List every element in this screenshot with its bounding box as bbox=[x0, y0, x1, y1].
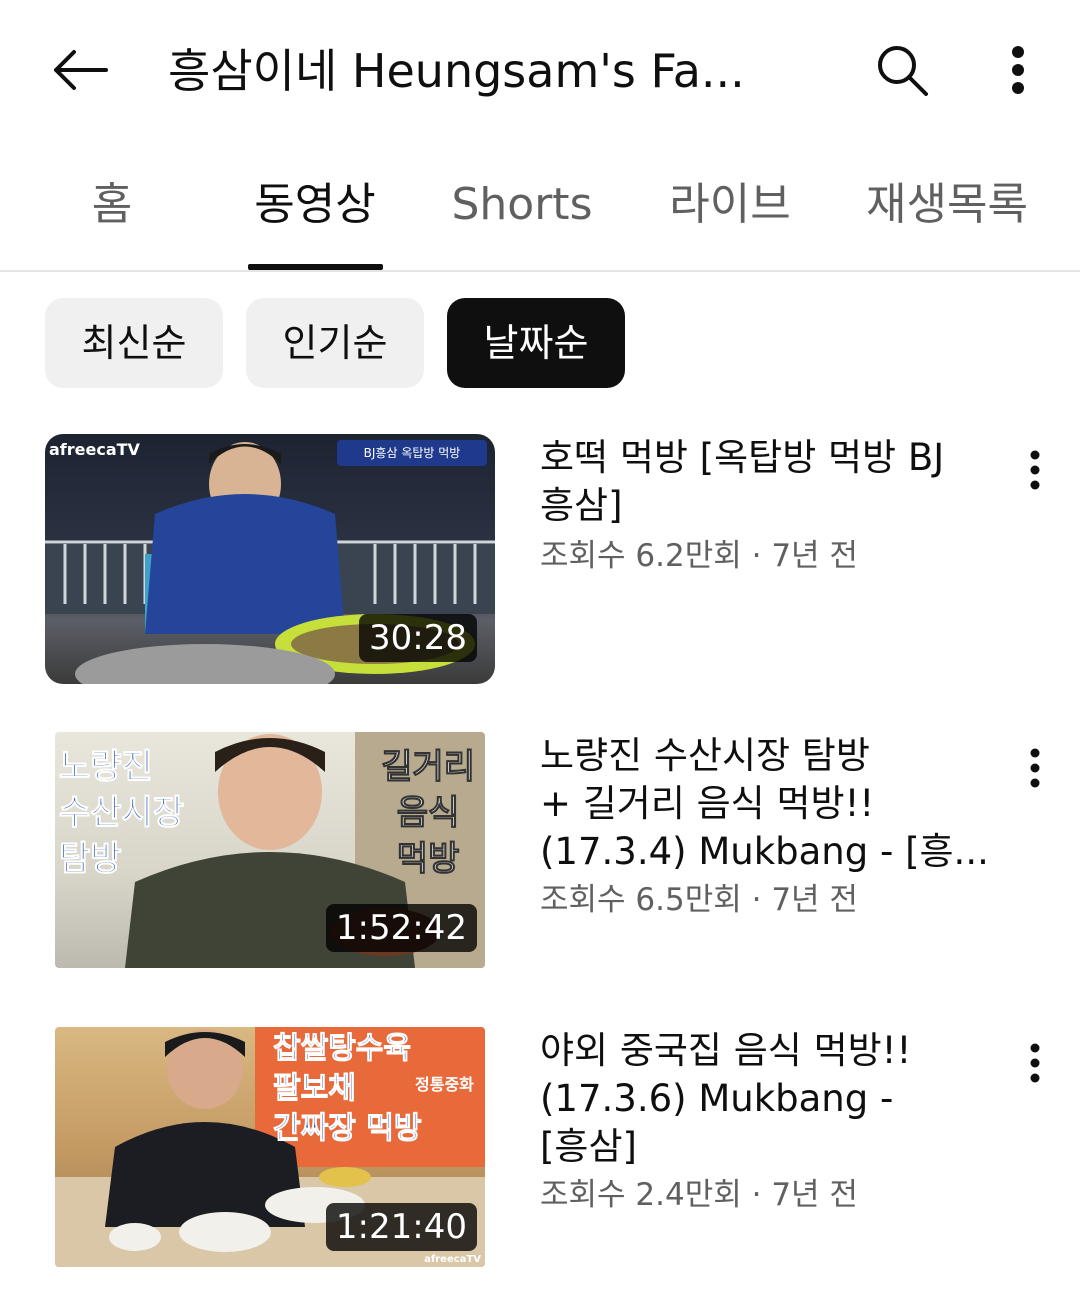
video-more-button[interactable] bbox=[1010, 440, 1060, 500]
arrow-left-icon bbox=[54, 50, 108, 90]
active-tab-indicator bbox=[248, 264, 383, 270]
tab-shorts[interactable]: Shorts bbox=[442, 170, 602, 240]
search-button[interactable] bbox=[862, 30, 942, 110]
video-title-line: (17.3.6) Mukbang - bbox=[540, 1077, 894, 1120]
more-vertical-icon bbox=[1030, 1043, 1040, 1083]
more-vertical-icon bbox=[1012, 46, 1024, 94]
video-thumbnail[interactable]: 노량진 수산시장 탐방 길거리 음식 먹방 1:52:42 bbox=[55, 732, 485, 968]
video-title-line: 노량진 수산시장 탐방 bbox=[540, 734, 870, 777]
more-vertical-icon bbox=[1030, 450, 1040, 490]
video-title[interactable]: 노량진 수산시장 탐방 + 길거리 음식 먹방!! (17.3.4) Mukba… bbox=[540, 732, 1000, 876]
tab-videos[interactable]: 동영상 bbox=[240, 170, 390, 240]
top-app-bar: 흥삼이네 Heungsam's Fa... bbox=[0, 0, 1080, 140]
video-duration: 1:52:42 bbox=[325, 904, 477, 952]
thumbnail-sign: 정통중화 bbox=[415, 1075, 474, 1094]
video-meta: 조회수 6.5만회 · 7년 전 bbox=[540, 882, 858, 918]
thumbnail-caption: 찹쌀탕수육 팔보채 간짜장 먹방 bbox=[272, 1029, 422, 1149]
thumbnail-caption-line: 찹쌀탕수육 bbox=[272, 1031, 411, 1067]
video-item[interactable]: 찹쌀탕수육 팔보채 간짜장 먹방 정통중화 afreecaTV 1:21:40 … bbox=[0, 1027, 1080, 1287]
video-title-line: [흥삼] bbox=[540, 1125, 637, 1168]
sort-chips: 최신순 인기순 날짜순 bbox=[0, 298, 1080, 390]
thumbnail-caption-line: 수산시장 bbox=[58, 793, 185, 834]
video-duration: 30:28 bbox=[359, 614, 477, 662]
search-icon bbox=[878, 46, 928, 96]
video-thumbnail[interactable]: afreecaTV BJ흥삼 옥탑방 먹방 30:28 bbox=[45, 434, 495, 684]
thumbnail-caption-right: 길거리 음식 먹방 bbox=[381, 744, 476, 882]
video-title-line: 야외 중국집 음식 먹방!! bbox=[540, 1029, 912, 1072]
video-title[interactable]: 호떡 먹방 [옥탑방 먹방 BJ 흥삼] bbox=[540, 434, 1000, 530]
chip-popular[interactable]: 인기순 bbox=[246, 298, 424, 388]
tab-live[interactable]: 라이브 bbox=[650, 170, 810, 240]
video-duration: 1:21:40 bbox=[325, 1203, 477, 1251]
video-item[interactable]: 노량진 수산시장 탐방 길거리 음식 먹방 1:52:42 노량진 수산시장 탐… bbox=[0, 732, 1080, 992]
back-button[interactable] bbox=[40, 30, 120, 110]
video-meta: 조회수 6.2만회 · 7년 전 bbox=[540, 538, 858, 574]
chip-latest[interactable]: 최신순 bbox=[45, 298, 223, 388]
tab-home[interactable]: 홈 bbox=[72, 170, 152, 240]
thumbnail-caption-line: 간짜장 먹방 bbox=[272, 1111, 422, 1147]
video-title-line: (17.3.4) Mukbang - [흥... bbox=[540, 830, 989, 873]
more-vertical-icon bbox=[1030, 748, 1040, 788]
thumbnail-caption-line: 길거리 bbox=[381, 747, 476, 788]
thumbnail-caption-line: 먹방 bbox=[396, 839, 460, 880]
thumbnail-logo: afreecaTV bbox=[424, 1254, 481, 1265]
thumbnail-caption-line: 팔보채 bbox=[272, 1071, 356, 1107]
chip-by-date[interactable]: 날짜순 bbox=[447, 298, 625, 388]
video-thumbnail[interactable]: 찹쌀탕수육 팔보채 간짜장 먹방 정통중화 afreecaTV 1:21:40 bbox=[55, 1027, 485, 1267]
video-meta: 조회수 2.4만회 · 7년 전 bbox=[540, 1177, 858, 1213]
video-title[interactable]: 야외 중국집 음식 먹방!! (17.3.6) Mukbang - [흥삼] bbox=[540, 1027, 1000, 1171]
thumbnail-caption-left: 노량진 수산시장 탐방 bbox=[58, 744, 185, 882]
video-title-line: + 길거리 음식 먹방!! bbox=[540, 782, 875, 825]
thumbnail-caption-line: 노량진 bbox=[58, 747, 153, 788]
video-title-line: 호떡 먹방 [옥탑방 먹방 BJ bbox=[540, 436, 945, 479]
video-title-line: 흥삼] bbox=[540, 484, 623, 527]
thumbnail-caption-line: 탐방 bbox=[58, 839, 122, 880]
more-options-button[interactable] bbox=[978, 30, 1058, 110]
video-more-button[interactable] bbox=[1010, 738, 1060, 798]
thumbnail-banner: BJ흥삼 옥탑방 먹방 bbox=[337, 440, 487, 466]
tab-playlists[interactable]: 재생목록 bbox=[852, 170, 1042, 240]
channel-title: 흥삼이네 Heungsam's Fa... bbox=[168, 44, 745, 98]
video-item[interactable]: afreecaTV BJ흥삼 옥탑방 먹방 30:28 호떡 먹방 [옥탑방 먹… bbox=[0, 434, 1080, 694]
channel-tabs: 홈 동영상 Shorts 라이브 재생목록 bbox=[0, 150, 1080, 272]
thumbnail-caption-line: 음식 bbox=[396, 793, 460, 834]
video-more-button[interactable] bbox=[1010, 1033, 1060, 1093]
app-root: 흥삼이네 Heungsam's Fa... 홈 동영상 Shorts 라이브 재… bbox=[0, 0, 1080, 1306]
thumbnail-logo: afreecaTV bbox=[49, 440, 140, 459]
